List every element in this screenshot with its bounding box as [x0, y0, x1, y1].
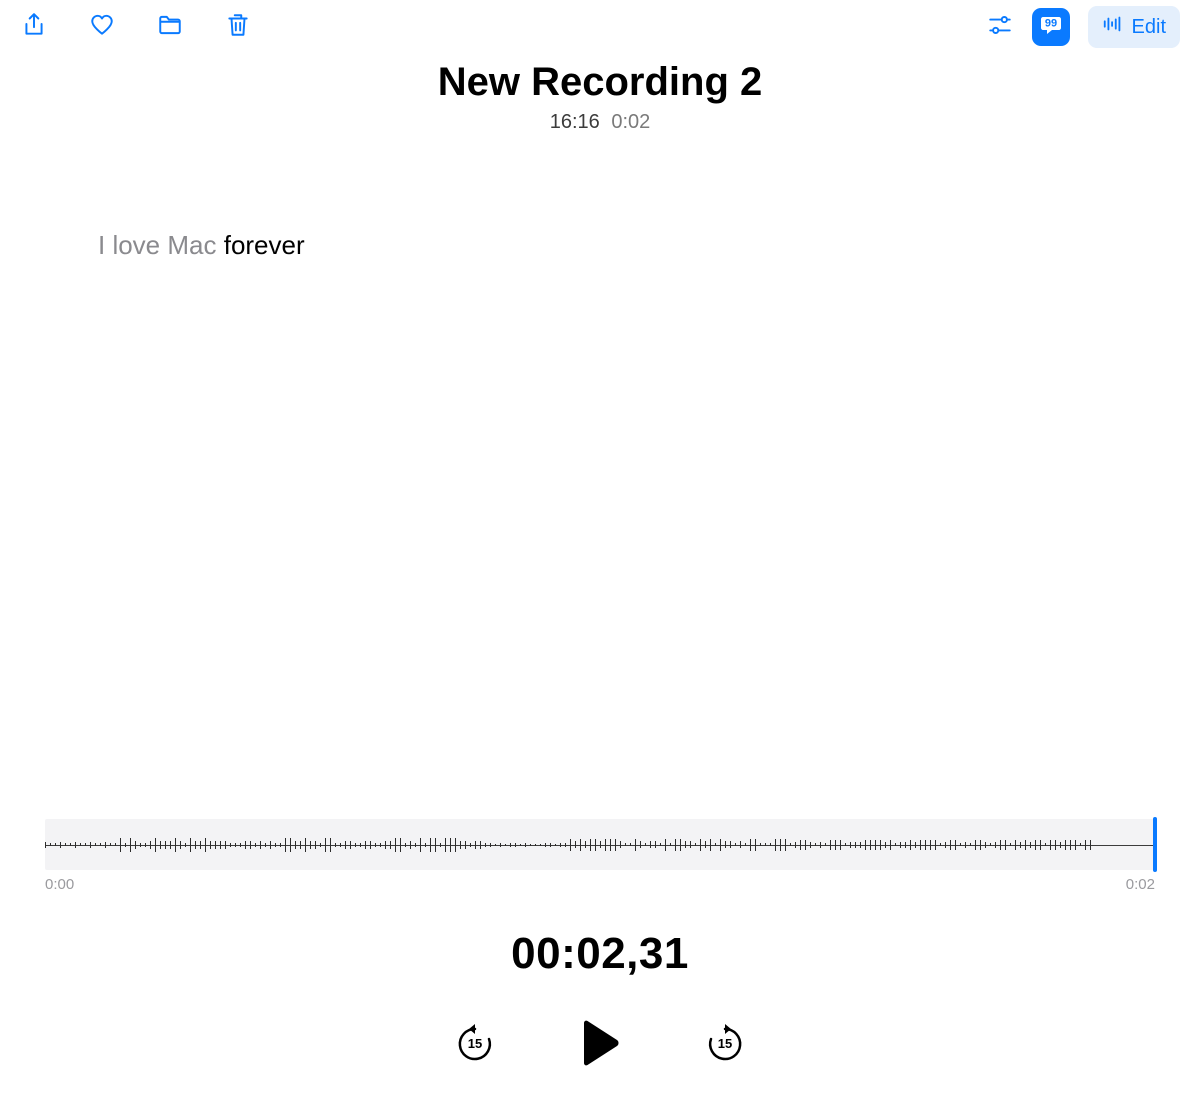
waveform-time-labels: 0:00 0:02 — [45, 876, 1155, 893]
sliders-icon — [987, 12, 1013, 43]
recording-duration: 0:02 — [611, 111, 650, 133]
recording-header: New Recording 2 16:16 0:02 — [0, 60, 1200, 134]
transcript-inactive-text: I love Mac — [98, 230, 224, 260]
waveform-track[interactable] — [45, 819, 1155, 870]
recording-time: 16:16 — [550, 111, 600, 133]
folder-button[interactable] — [156, 13, 184, 41]
skip-forward-button[interactable]: 15 — [704, 1024, 746, 1066]
favorite-button[interactable] — [88, 13, 116, 41]
waveform-start-label: 0:00 — [45, 876, 74, 893]
recording-meta: 16:16 0:02 — [0, 111, 1200, 134]
current-time-display: 00:02,31 — [45, 929, 1155, 979]
play-button[interactable] — [576, 1021, 624, 1069]
svg-text:15: 15 — [718, 1036, 732, 1051]
recording-title[interactable]: New Recording 2 — [0, 60, 1200, 105]
skip-forward-icon: 15 — [705, 1023, 745, 1068]
delete-button[interactable] — [224, 13, 252, 41]
toolbar: 99 Edit — [0, 0, 1200, 54]
transcript-area[interactable]: I love Mac forever — [0, 134, 1200, 263]
trash-icon — [225, 12, 251, 43]
toolbar-right: 99 Edit — [986, 6, 1180, 48]
folder-icon — [157, 12, 183, 43]
share-icon — [21, 12, 47, 43]
quote-bubble-icon: 99 — [1039, 13, 1063, 42]
playhead[interactable] — [1153, 817, 1157, 872]
skip-back-button[interactable]: 15 — [454, 1024, 496, 1066]
edit-button[interactable]: Edit — [1088, 6, 1180, 48]
playback-controls: 15 15 — [45, 1021, 1155, 1069]
edit-label: Edit — [1132, 16, 1166, 39]
options-button[interactable] — [986, 13, 1014, 41]
toolbar-left — [20, 13, 252, 41]
svg-text:99: 99 — [1044, 17, 1056, 29]
svg-text:15: 15 — [468, 1036, 482, 1051]
waveform-ticks — [45, 834, 1149, 856]
player: 0:00 0:02 00:02,31 15 15 — [0, 819, 1200, 1069]
heart-icon — [89, 12, 115, 43]
transcript-active-text: forever — [224, 230, 305, 260]
share-button[interactable] — [20, 13, 48, 41]
skip-back-icon: 15 — [455, 1023, 495, 1068]
play-icon — [578, 1019, 622, 1072]
waveform-end-label: 0:02 — [1126, 876, 1155, 893]
waveform-icon — [1102, 13, 1124, 41]
transcript-button[interactable]: 99 — [1032, 8, 1070, 46]
